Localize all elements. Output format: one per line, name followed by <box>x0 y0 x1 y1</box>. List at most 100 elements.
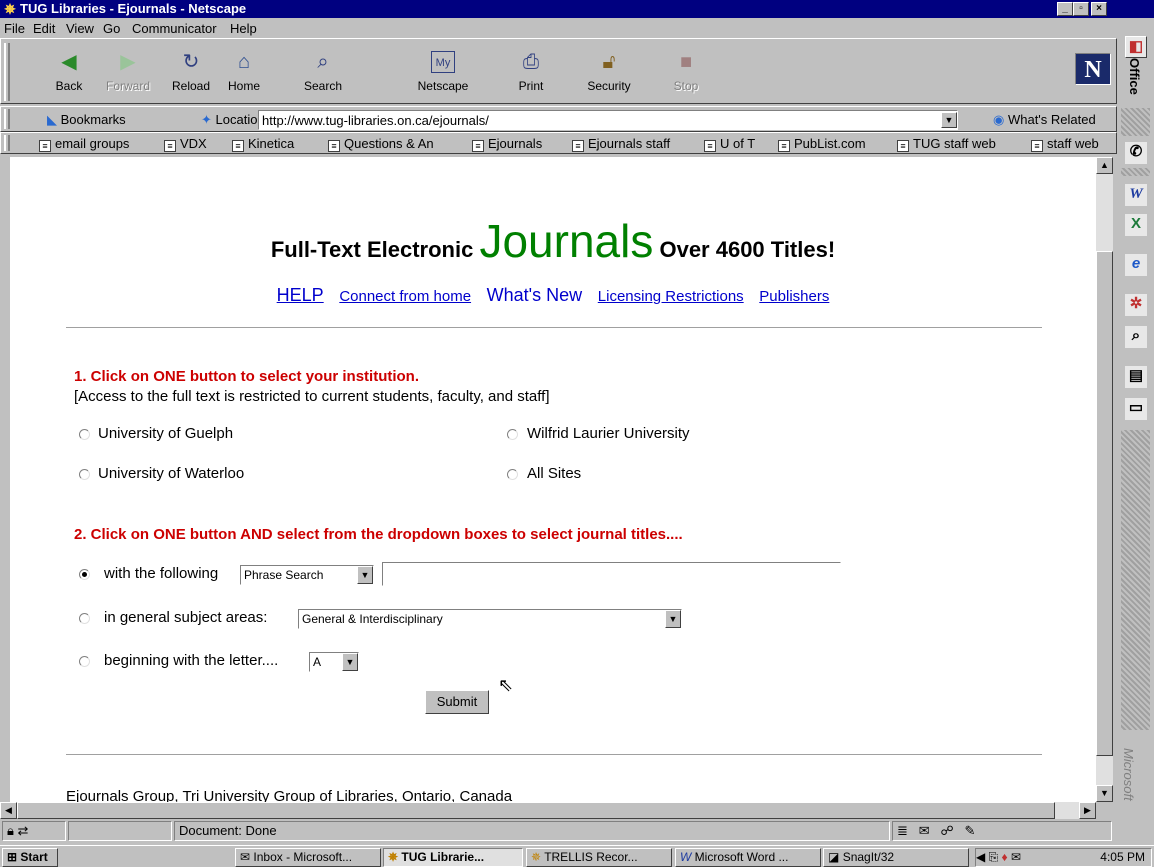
radio-guelph[interactable] <box>79 429 90 440</box>
bookmark-vdx[interactable]: ≡ VDX <box>164 136 207 152</box>
page-icon: ≡ <box>164 140 176 152</box>
home-icon: ⌂ <box>237 51 251 73</box>
location-toolbar-grip[interactable] <box>4 109 10 129</box>
outlook-icon[interactable]: ✆ <box>1125 142 1147 164</box>
menu-communicator[interactable]: Communicator <box>132 21 217 36</box>
forward-button[interactable]: ▶ Forward <box>100 49 156 99</box>
bookmark-publist[interactable]: ≡ PubList.com <box>778 136 866 152</box>
title-bar[interactable]: ✵ TUG Libraries - Ejournals - Netscape _… <box>0 0 1117 18</box>
task-word[interactable]: W Microsoft Word ... <box>675 848 821 867</box>
location-icon: ✦ <box>201 112 212 127</box>
close-button[interactable]: × <box>1091 2 1107 16</box>
internet-explorer-icon[interactable]: e <box>1125 254 1147 276</box>
print-button[interactable]: ⎙ Print <box>503 49 559 99</box>
horizontal-scrollbar[interactable]: ◀ ▶ <box>0 802 1096 819</box>
status-bar: 🔒︎ ⇄ Document: Done ≣ ✉ ☍ ✎ <box>0 819 1117 843</box>
bookmark-ejournals-staff[interactable]: ≡ Ejournals staff <box>572 136 670 152</box>
page-heading: Full-Text Electronic Journals Over 4600 … <box>10 214 1096 268</box>
bookmark-email-groups[interactable]: ≡ email groups <box>39 136 129 152</box>
personal-toolbar-grip[interactable] <box>4 135 10 151</box>
excel-icon[interactable]: X <box>1125 214 1147 236</box>
office-logo-icon[interactable]: ◧ <box>1125 36 1147 58</box>
vertical-scrollbar[interactable]: ▲ ▼ <box>1096 157 1113 802</box>
menu-view[interactable]: View <box>66 21 94 36</box>
bookmark-kinetica[interactable]: ≡ Kinetica <box>232 136 294 152</box>
location-dropdown-button[interactable]: ▼ <box>941 112 957 128</box>
subject-select[interactable]: General & Interdisciplinary ▼ <box>298 609 682 629</box>
composer-icon[interactable]: ✎ <box>965 823 976 838</box>
bookmark-tug-staff-web[interactable]: ≡ TUG staff web <box>897 136 996 152</box>
help-link[interactable]: HELP <box>277 285 324 305</box>
task-trellis[interactable]: ✵ TRELLIS Recor... <box>526 848 672 867</box>
discussions-icon[interactable]: ☍ <box>941 823 954 838</box>
bookmarks-button[interactable]: ◣ Bookmarks <box>47 112 126 128</box>
volume-icon[interactable]: ◀ <box>976 850 985 864</box>
menu-go[interactable]: Go <box>103 21 120 36</box>
notepad-icon[interactable]: ▤ <box>1125 366 1147 388</box>
network-icon[interactable]: ✲ <box>1125 294 1147 316</box>
stop-button[interactable]: ■ Stop <box>658 49 714 99</box>
start-label: Start <box>20 850 48 864</box>
chevron-down-icon[interactable]: ▼ <box>342 653 358 671</box>
radio-waterloo[interactable] <box>79 469 90 480</box>
search-type-select[interactable]: Phrase Search ▼ <box>240 565 374 585</box>
whats-new-link[interactable]: What's New <box>487 285 582 305</box>
task-tug-libraries[interactable]: ✵ TUG Librarie... <box>383 848 523 867</box>
radio-following[interactable] <box>79 569 90 580</box>
minimize-button[interactable]: _ <box>1057 2 1073 16</box>
bookmark-u-of-t[interactable]: ≡ U of T <box>704 136 755 152</box>
horizontal-scroll-thumb[interactable] <box>17 802 1055 819</box>
step1-note: [Access to the full text is restricted t… <box>74 388 550 405</box>
radio-all-sites[interactable] <box>507 469 518 480</box>
menu-file[interactable]: File <box>4 21 25 36</box>
back-button[interactable]: ◀ Back <box>41 49 97 99</box>
menu-edit[interactable]: Edit <box>33 21 55 36</box>
task-inbox[interactable]: ✉ Inbox - Microsoft... <box>235 848 381 867</box>
menu-help[interactable]: Help <box>230 21 257 36</box>
bookmark-ejournals[interactable]: ≡ Ejournals <box>472 136 542 152</box>
search-type-value: Phrase Search <box>244 568 324 582</box>
radio-letter[interactable] <box>79 656 90 667</box>
chevron-down-icon[interactable]: ▼ <box>665 610 681 628</box>
antivirus-icon[interactable]: ♦ <box>1002 850 1008 864</box>
connection-status-icons: 🔒︎ ⇄ <box>2 821 66 841</box>
scroll-right-arrow-icon[interactable]: ▶ <box>1079 802 1096 819</box>
publishers-link[interactable]: Publishers <box>759 288 829 305</box>
search-button[interactable]: ⌕ Search <box>295 49 351 99</box>
home-button[interactable]: ⌂ Home <box>216 49 272 99</box>
mail-icon[interactable]: ✉ <box>919 823 930 838</box>
letter-select[interactable]: A ▼ <box>309 652 359 672</box>
radio-subject[interactable] <box>79 613 90 624</box>
progress-bar <box>68 821 172 841</box>
location-url-input[interactable] <box>258 110 958 130</box>
scroll-down-arrow-icon[interactable]: ▼ <box>1096 785 1113 802</box>
office-bar-title <box>1117 0 1154 18</box>
monitor-icon[interactable]: ▭ <box>1125 398 1147 420</box>
task-snagit[interactable]: ◪ SnagIt/32 <box>823 848 969 867</box>
navigator-icon[interactable]: ≣ <box>897 823 908 838</box>
network-tray-icon[interactable]: ⎘ <box>989 850 999 864</box>
find-icon[interactable]: ⌕ <box>1125 326 1147 348</box>
connect-from-home-link[interactable]: Connect from home <box>339 288 471 305</box>
netscape-logo[interactable]: N <box>1075 53 1111 85</box>
bookmark-questions[interactable]: ≡ Questions & An <box>328 136 434 152</box>
netscape-button[interactable]: My Netscape <box>413 49 473 99</box>
whats-related-button[interactable]: ◉ What's Related <box>993 112 1096 128</box>
vertical-scroll-thumb[interactable] <box>1096 251 1113 756</box>
scroll-up-arrow-icon[interactable]: ▲ <box>1096 157 1113 174</box>
word-icon[interactable]: W <box>1125 184 1147 206</box>
reload-button[interactable]: ↻ Reload <box>163 49 219 99</box>
bar-separator <box>1121 108 1150 136</box>
maximize-button[interactable]: ▫ <box>1073 2 1089 16</box>
start-button[interactable]: ⊞ Start <box>2 848 58 867</box>
submit-button[interactable]: Submit <box>425 690 489 714</box>
scroll-left-arrow-icon[interactable]: ◀ <box>0 802 17 819</box>
search-text-input[interactable] <box>382 562 841 586</box>
chevron-down-icon[interactable]: ▼ <box>357 566 373 584</box>
mail-tray-icon[interactable]: ✉ <box>1011 850 1021 864</box>
radio-laurier[interactable] <box>507 429 518 440</box>
licensing-restrictions-link[interactable]: Licensing Restrictions <box>598 288 744 305</box>
toolbar-grip[interactable] <box>4 43 10 101</box>
bookmark-staff-web[interactable]: ≡ staff web <box>1031 136 1099 152</box>
security-button[interactable]: 🔓︎ Security <box>581 49 637 99</box>
